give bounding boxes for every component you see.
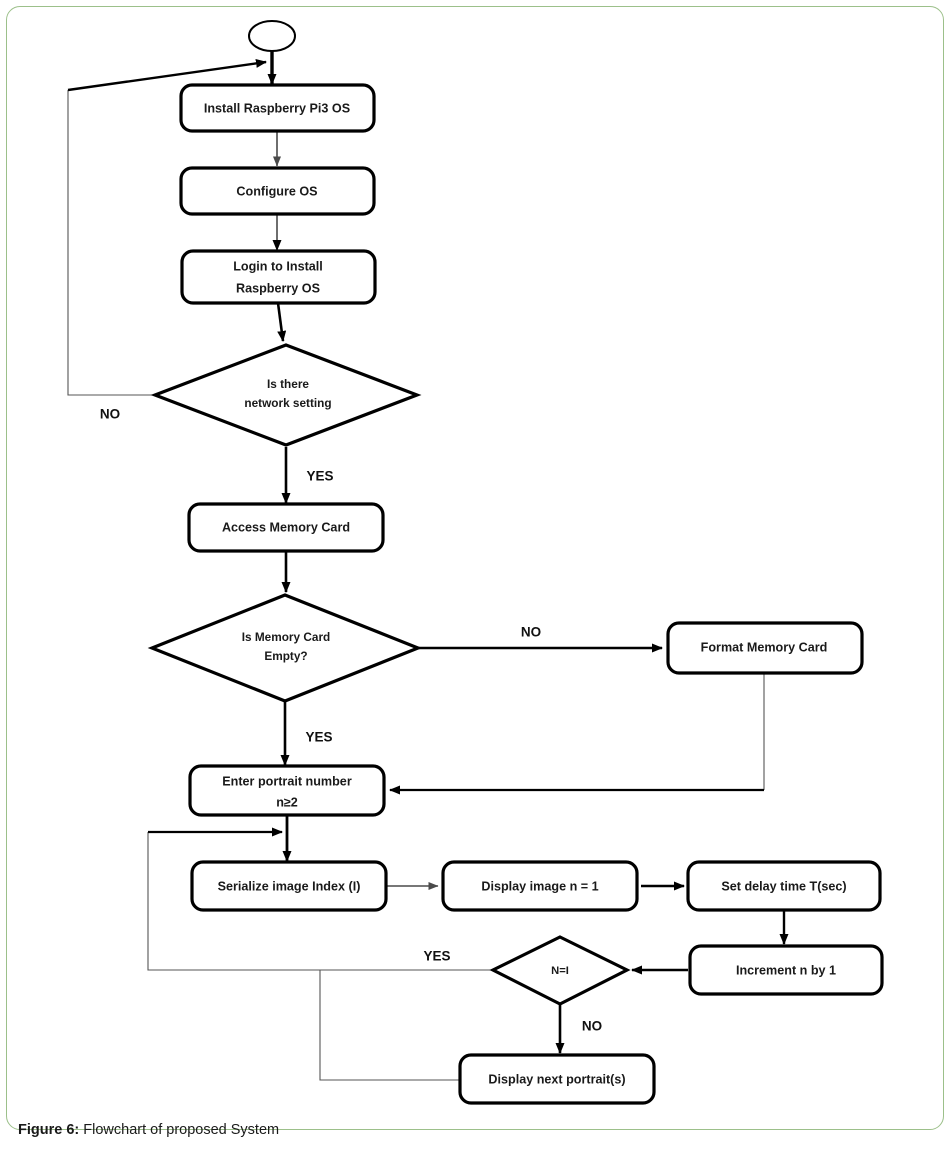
node-label-display-next: Display next portrait(s) — [488, 1072, 625, 1086]
node-decision-network-setting: Is there network setting — [150, 343, 422, 447]
node-serialize-image-index: Serialize image Index (I) — [190, 860, 388, 912]
node-label-enter-line1: Enter portrait number — [222, 774, 352, 788]
node-start-terminator — [248, 20, 296, 52]
node-format-memory-card: Format Memory Card — [666, 621, 864, 675]
node-increment-n: Increment n by 1 — [688, 944, 884, 996]
edge-label-loop-yes: YES — [423, 949, 450, 964]
node-login-install-raspberry-os: Login to Install Raspberry OS — [180, 249, 377, 305]
edge-network-no-segment — [67, 90, 155, 396]
edge-displaynext-loop — [319, 970, 462, 1081]
node-label-set-delay: Set delay time T(sec) — [721, 879, 846, 893]
figure-caption-label: Figure 6: — [18, 1122, 80, 1138]
node-label-enter-line2: n≥2 — [276, 795, 298, 809]
edge-label-memory-no: NO — [521, 625, 541, 640]
edge-login-to-network — [276, 302, 287, 342]
node-display-next-portraits: Display next portrait(s) — [458, 1053, 656, 1105]
node-label-memory-line2: Empty? — [264, 649, 307, 663]
node-label-configure-os: Configure OS — [236, 184, 317, 198]
node-label-format-memory: Format Memory Card — [701, 640, 828, 654]
figure-caption-text: Flowchart of proposed System — [83, 1122, 280, 1138]
node-enter-portrait-number: Enter portrait number n≥2 — [188, 764, 386, 817]
edge-label-memory-yes: YES — [305, 730, 332, 745]
node-label-login-line2: Raspberry OS — [236, 281, 320, 295]
node-label-n-equals-i: N=I — [551, 965, 569, 977]
node-label-network-line1: Is there — [267, 377, 309, 391]
node-label-increment: Increment n by 1 — [736, 963, 836, 977]
node-label-install-os: Install Raspberry Pi3 OS — [204, 101, 350, 115]
node-set-delay-time: Set delay time T(sec) — [686, 860, 882, 912]
node-display-image: Display image n = 1 — [441, 860, 639, 912]
edge-label-network-yes: YES — [306, 469, 333, 484]
edge-label-loop-no: NO — [582, 1019, 602, 1034]
node-access-memory-card: Access Memory Card — [187, 502, 385, 553]
node-label-network-line2: network setting — [244, 396, 331, 410]
node-decision-n-equals-i: N=I — [489, 935, 631, 1006]
figure-caption: Figure 6: Flowchart of proposed System — [18, 1121, 718, 1139]
flowchart-canvas: Install Raspberry Pi3 OS Configure OS Lo… — [67, 20, 884, 1105]
node-label-serialize: Serialize image Index (I) — [218, 879, 361, 893]
edge-label-network-no: NO — [100, 407, 120, 422]
node-label-access-memory: Access Memory Card — [222, 520, 350, 534]
node-label-memory-line1: Is Memory Card — [242, 630, 331, 644]
figure-page: Install Raspberry Pi3 OS Configure OS Lo… — [0, 0, 952, 1175]
node-configure-os: Configure OS — [179, 166, 376, 216]
node-decision-memory-empty: Is Memory Card Empty? — [147, 593, 423, 703]
node-label-login-line1: Login to Install — [233, 259, 323, 273]
node-install-raspberry-os: Install Raspberry Pi3 OS — [179, 83, 376, 133]
node-label-display-image: Display image n = 1 — [481, 879, 598, 893]
